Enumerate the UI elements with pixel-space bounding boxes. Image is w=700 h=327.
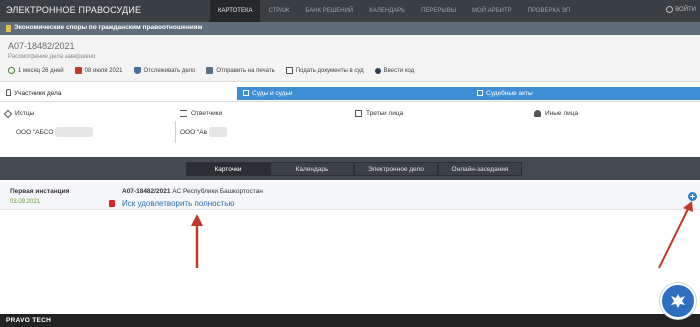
document-icon: [285, 67, 293, 74]
other-parties-column: Иные лица: [525, 102, 700, 158]
app-title[interactable]: ЭЛЕКТРОННОЕ ПРАВОСУДИЕ: [6, 5, 141, 15]
annotation-arrow-left: [191, 214, 203, 268]
print-label: Отправить на печать: [216, 67, 275, 74]
redacted-text: [209, 127, 228, 137]
tab-courts-label: Суды и судьи: [252, 90, 293, 97]
electronic-case-button[interactable]: Электронное дело: [354, 162, 438, 176]
third-parties-column: Третьи лица: [350, 102, 525, 158]
case-date-label: 08 июля 2021: [84, 67, 123, 74]
third-parties-header: Третьи лица: [355, 110, 403, 117]
other-parties-header: Иные лица: [534, 110, 578, 117]
checkbox-icon: [243, 90, 249, 96]
track-case-label: Отслеживать дело: [143, 67, 196, 74]
person-icon: [534, 110, 541, 117]
shield-icon: [133, 67, 141, 74]
nav-item-strazh[interactable]: СТРАЖ: [260, 0, 297, 22]
footer-brand: PRAVO TECH: [6, 317, 52, 324]
expand-plus-icon[interactable]: [688, 192, 697, 201]
calendar-button[interactable]: Календарь: [270, 162, 354, 176]
case-duration-label: 1 месяц 26 дней: [18, 67, 64, 74]
nav-item-kartoteka[interactable]: КАРТОТЕКА: [210, 0, 261, 22]
defendant-item[interactable]: ООО "Ав: [180, 127, 228, 137]
main-nav: КАРТОТЕКА СТРАЖ БАНК РЕШЕНИЙ КАЛЕНДАРЬ П…: [210, 0, 578, 22]
calendar-icon: [74, 67, 82, 74]
category-bar: Экономические споры по гражданским право…: [0, 22, 700, 35]
case-number: А07-18482/2021: [8, 41, 75, 51]
decision-link[interactable]: Иск удовлетворить полностью: [122, 199, 234, 208]
plaintiffs-header: Истцы: [3, 109, 35, 118]
pdf-icon[interactable]: [109, 200, 115, 207]
case-date: 08 июля 2021: [74, 67, 123, 74]
printer-icon: [206, 67, 214, 74]
view-switcher: Карточки Календарь Электронное дело Онла…: [186, 162, 522, 176]
redacted-text: [55, 127, 94, 137]
nav-item-moy-arbitr[interactable]: МОЙ АРБИТР: [464, 0, 520, 22]
category-label: Экономические споры по гражданским право…: [14, 24, 203, 31]
person-icon: [6, 89, 11, 96]
instance-date: 03.09.2021: [10, 199, 41, 205]
tab-courts[interactable]: Суды и судьи: [237, 87, 471, 100]
login-label: ВОЙТИ: [675, 6, 696, 13]
defendants-label: Ответчики: [191, 110, 223, 117]
checkbox-icon: [477, 90, 483, 96]
defendants-header: Ответчики: [180, 110, 222, 117]
nav-item-bank-resheniy[interactable]: БАНК РЕШЕНИЙ: [297, 0, 361, 22]
plaintiffs-label: Истцы: [15, 110, 35, 117]
case-duration: 1 месяц 26 дней: [8, 67, 64, 74]
instance-row: Первая инстанция 03.09.2021 А07-18482/20…: [0, 182, 700, 210]
print-button[interactable]: Отправить на печать: [206, 67, 275, 74]
nav-item-kalendar[interactable]: КАЛЕНДАРЬ: [361, 0, 413, 22]
crossed-hammers-icon: [3, 109, 13, 118]
folder-icon: [6, 25, 11, 32]
case-header: А07-18482/2021 Рассмотрение дела заверше…: [0, 35, 700, 82]
track-case-button[interactable]: Отслеживать дело: [133, 67, 196, 74]
cards-button[interactable]: Карточки: [186, 162, 270, 176]
participants-panel: Истцы ООО "АБСО Ответчики ООО "Ав Третьи…: [0, 101, 700, 157]
top-navigation-bar: ЭЛЕКТРОННОЕ ПРАВОСУДИЕ КАРТОТЕКА СТРАЖ Б…: [0, 0, 700, 22]
instance-title: Первая инстанция: [10, 188, 70, 195]
third-parties-label: Третьи лица: [366, 110, 404, 117]
submit-documents-button[interactable]: Подать документы в суд: [285, 67, 364, 74]
plaintiffs-column: Истцы ООО "АБСО: [0, 102, 175, 158]
view-switcher-band: Карточки Календарь Электронное дело Онла…: [0, 157, 700, 180]
instance-court: АС Республики Башкортостан: [172, 188, 263, 195]
nav-item-pereryvy[interactable]: ПЕРЕРЫВЫ: [413, 0, 464, 22]
case-tabs: Участники дела Суды и судьи Судебные акт…: [0, 87, 700, 100]
tab-participants[interactable]: Участники дела: [0, 87, 237, 100]
instance-case-number: А07-18482/2021: [122, 188, 171, 195]
key-icon: [374, 67, 381, 74]
plaintiff-name: ООО "АБСО: [16, 128, 54, 136]
power-icon: [666, 6, 674, 13]
online-hearings-button[interactable]: Онлайн-заседания: [438, 162, 522, 176]
tab-acts-label: Судебные акты: [486, 90, 533, 97]
nav-item-proverka-ep[interactable]: ПРОВЕРКА ЭП: [520, 0, 579, 22]
submit-documents-label: Подать документы в суд: [295, 67, 364, 74]
case-status: Рассмотрение дела завершено: [8, 54, 96, 60]
other-parties-label: Иные лица: [545, 110, 579, 117]
case-meta-toolbar: 1 месяц 26 дней 08 июля 2021 Отслеживать…: [8, 67, 414, 74]
tab-participants-label: Участники дела: [14, 90, 62, 97]
footer-bar: PRAVO TECH: [0, 314, 700, 327]
eagle-emblem-icon[interactable]: [660, 283, 696, 319]
annotation-arrow-right: [658, 201, 693, 269]
defendants-column: Ответчики ООО "Ав: [175, 102, 350, 158]
enter-code-label: Ввести код: [383, 67, 415, 74]
scales-icon: [180, 110, 187, 117]
login-button[interactable]: ВОЙТИ: [666, 6, 696, 13]
defendant-name: ООО "Ав: [180, 128, 208, 136]
clock-icon: [8, 67, 15, 74]
eagle-icon: [671, 294, 685, 308]
plaintiff-item[interactable]: ООО "АБСО: [16, 127, 94, 137]
tab-acts[interactable]: Судебные акты: [471, 87, 700, 100]
enter-code-button[interactable]: Ввести код: [374, 67, 415, 74]
table-icon: [355, 110, 362, 117]
instance-case-line: А07-18482/2021 АС Республики Башкортоста…: [122, 188, 263, 195]
